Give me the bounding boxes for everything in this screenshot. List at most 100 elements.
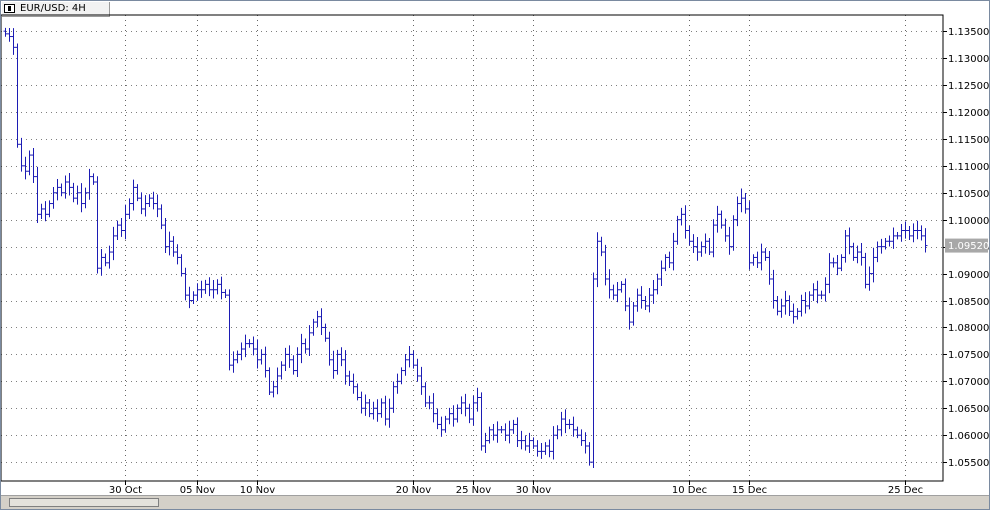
ohlc-bar — [303, 338, 308, 354]
price-tick-label: 1.10500 — [948, 189, 989, 200]
ohlc-bar — [71, 182, 76, 203]
ohlc-bar — [343, 350, 348, 385]
ohlc-bar — [715, 205, 720, 233]
ohlc-bar — [559, 411, 564, 437]
ohlc-bar — [195, 283, 200, 301]
ohlc-bar — [603, 244, 608, 286]
ohlc-bar — [903, 221, 908, 239]
ohlc-bar — [503, 423, 508, 442]
ohlc-bar — [203, 279, 208, 294]
ohlc-bar — [59, 183, 64, 197]
price-tick-label: 1.08000 — [948, 323, 989, 334]
price-tick-label: 1.11500 — [948, 135, 989, 146]
ohlc-bar — [459, 396, 464, 415]
time-tick-label: 20 Nov — [396, 485, 432, 495]
ohlc-bar — [743, 192, 748, 214]
ohlc-bar — [183, 267, 188, 301]
ohlc-bar — [919, 225, 924, 241]
ohlc-bar — [319, 308, 324, 336]
ohlc-bar — [595, 232, 600, 288]
ohlc-bar — [639, 286, 644, 309]
ohlc-bar — [471, 395, 476, 426]
ohlc-bar — [711, 219, 716, 258]
ohlc-bar — [723, 218, 728, 242]
ohlc-bar — [515, 417, 520, 447]
ohlc-bar — [671, 232, 676, 271]
ohlc-bar — [463, 393, 468, 417]
time-tick-label: 25 Nov — [456, 485, 492, 495]
ohlc-bar — [55, 178, 60, 201]
ohlc-bar — [135, 184, 140, 202]
price-tick-label: 1.13500 — [948, 27, 989, 38]
ohlc-bar — [379, 398, 384, 418]
ohlc-bar — [879, 238, 884, 254]
ohlc-bar — [315, 310, 320, 328]
horizontal-scrollbar[interactable] — [1, 495, 989, 509]
ohlc-bar — [383, 395, 388, 426]
price-tick-label: 1.06000 — [948, 431, 989, 442]
ohlc-bar — [539, 442, 544, 459]
ohlc-bar — [675, 215, 680, 245]
ohlc-bar — [807, 291, 812, 310]
ohlc-bar — [859, 242, 864, 266]
time-tick-label: 10 Dec — [672, 485, 707, 495]
ohlc-bar — [103, 253, 108, 267]
price-tick-label: 1.08500 — [948, 297, 989, 308]
ohlc-bar — [755, 251, 760, 269]
ohlc-bar — [687, 225, 692, 246]
time-axis: 30 Oct 05 Nov 10 Nov 20 Nov 25 Nov 30 Nov 10 D… — [109, 481, 923, 495]
price-tick-label: 1.12500 — [948, 81, 989, 92]
ohlc-bar — [15, 43, 20, 148]
ohlc-bar — [307, 325, 312, 356]
ohlc-bar — [75, 185, 80, 205]
ohlc-bar — [511, 419, 516, 434]
ohlc-bar — [311, 318, 316, 336]
ohlc-bar — [835, 255, 840, 276]
ohlc-bar — [771, 269, 776, 309]
ohlc-bar — [435, 408, 440, 430]
ohlc-bar — [843, 230, 848, 263]
ohlc-bar — [219, 276, 224, 300]
ohlc-bar — [87, 168, 92, 200]
price-tick-label: 1.10000 — [948, 216, 989, 227]
ohlc-bar — [139, 192, 144, 215]
ohlc-bar — [567, 419, 572, 430]
time-tick-label: 25 Dec — [888, 485, 923, 495]
ohlc-bar — [815, 280, 820, 304]
ohlc-bar — [359, 391, 364, 414]
ohlc-bar — [367, 399, 372, 418]
ohlc-bar — [803, 292, 808, 314]
ohlc-bar — [67, 172, 72, 196]
ohlc-bar — [207, 277, 212, 297]
ohlc-bar — [143, 195, 148, 217]
ohlc-bar — [271, 380, 276, 398]
ohlc-bar — [251, 336, 256, 356]
ohlc-bar — [451, 405, 456, 427]
ohlc-bar — [83, 187, 88, 209]
ohlc-bar — [591, 272, 596, 468]
ohlc-bar — [215, 279, 220, 295]
ohlc-bar — [891, 227, 896, 249]
price-chart[interactable]: 1.13500 1.13000 1.12500 1.12000 1.11500 1.110… — [1, 1, 989, 495]
ohlc-bar — [263, 346, 268, 378]
ohlc-bar — [647, 288, 652, 313]
ohlc-bar — [547, 439, 552, 458]
ohlc-bar — [615, 281, 620, 303]
ohlc-bar — [599, 236, 604, 257]
ohlc-bar — [23, 156, 28, 180]
ohlc-bar — [351, 373, 356, 394]
ohlc-bar — [683, 205, 688, 239]
ohlc-bar — [763, 248, 768, 261]
ohlc-bar — [439, 416, 444, 437]
ohlc-bar — [11, 28, 16, 55]
ohlc-bar — [823, 277, 828, 302]
scrollbar-thumb[interactable] — [9, 498, 159, 507]
ohlc-bar — [475, 387, 480, 412]
ohlc-bar — [899, 224, 904, 242]
ohlc-bar — [779, 298, 784, 318]
ohlc-bar — [663, 254, 668, 272]
price-tick-label: 1.13000 — [948, 54, 989, 65]
ohlc-bar — [611, 284, 616, 300]
ohlc-bar — [479, 392, 484, 451]
ohlc-bar — [703, 233, 708, 254]
